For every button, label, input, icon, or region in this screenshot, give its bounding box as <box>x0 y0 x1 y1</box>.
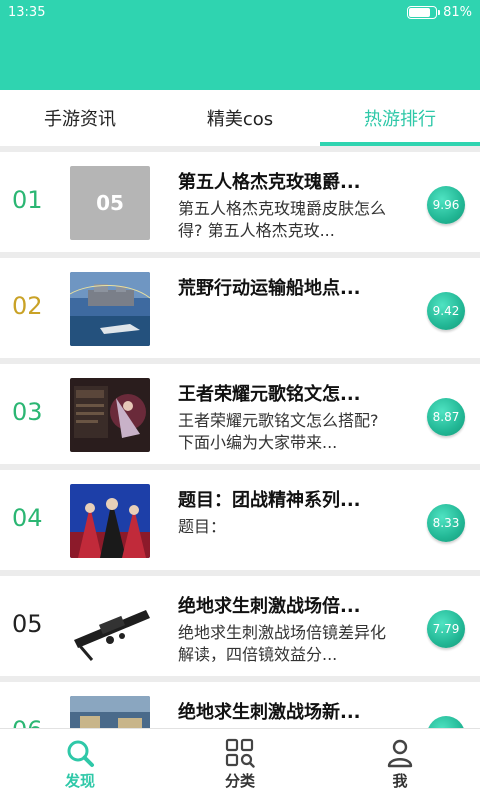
item-title: 王者荣耀元歌铭文怎... <box>178 384 361 405</box>
battery-percent: 81% <box>443 5 472 20</box>
score-badge: 9.42 <box>427 292 465 330</box>
list-item[interactable]: 05 绝地求生刺激战场倍... 绝地求生刺激战场倍镜差异化解读，四倍镜效益分..… <box>0 576 480 676</box>
item-desc: 王者荣耀元歌铭文怎么搭配? 下面小编为大家带来... <box>178 411 379 452</box>
rune-screen-image <box>70 378 150 452</box>
thumbnail <box>70 696 150 728</box>
nav-category[interactable]: 分类 <box>160 729 320 800</box>
item-desc: 绝地求生刺激战场倍镜差异化解读，四倍镜效益分... <box>178 623 387 664</box>
nav-discover[interactable]: 发现 <box>0 729 160 800</box>
thumbnail <box>70 484 150 558</box>
thumbnail: 05 <box>70 166 150 240</box>
battery-icon <box>407 6 441 19</box>
rank-number: 06 <box>12 716 43 728</box>
nav-me[interactable]: 我 <box>320 729 480 800</box>
item-desc: 题目： <box>178 517 227 536</box>
status-bar: 13:35 81% <box>0 0 480 26</box>
thumbnail <box>70 378 150 452</box>
header-band <box>0 26 480 90</box>
rank-number: 04 <box>12 504 43 532</box>
score-badge: 7.79 <box>427 610 465 648</box>
search-icon <box>67 740 94 767</box>
thumbnail-label: 05 <box>70 166 150 240</box>
item-title: 第五人格杰克玫瑰爵... <box>178 172 361 193</box>
thumbnail <box>70 272 150 346</box>
bottom-nav: 发现 分类 我 <box>0 728 480 800</box>
rank-number: 02 <box>12 292 43 320</box>
tab-label: 精美cos <box>206 109 274 130</box>
item-title: 荒野行动运输船地点... <box>178 278 361 299</box>
nav-label: 分类 <box>224 772 255 790</box>
score-badge: 8.33 <box>427 504 465 542</box>
item-desc: 第五人格杰克玫瑰爵皮肤怎么得? 第五人格杰克玫... <box>178 199 387 240</box>
item-title: 绝地求生刺激战场新... <box>178 702 361 723</box>
rank-number: 01 <box>12 186 43 214</box>
status-right: 81% <box>407 5 472 20</box>
ship-image <box>70 272 150 346</box>
list-item[interactable]: 04 题目：团战精神系列... 题目： 8.33 <box>0 470 480 570</box>
list-item[interactable]: 01 05 第五人格杰克玫瑰爵... 第五人格杰克玫瑰爵皮肤怎么得? 第五人格杰… <box>0 152 480 252</box>
list-item[interactable]: 02 荒野行动运输船地点... 9.42 <box>0 258 480 358</box>
scope-image <box>70 590 150 664</box>
tab-bar: 手游资讯 精美cos 热游排行 <box>0 90 480 146</box>
score-badge: 8.87 <box>427 398 465 436</box>
status-time: 13:35 <box>8 5 46 20</box>
tab-ranking[interactable]: 热游排行 <box>320 90 480 146</box>
team-poster-image <box>70 484 150 558</box>
map-image <box>70 696 150 728</box>
category-icon <box>225 738 255 768</box>
list-item[interactable]: 06 绝地求生刺激战场新... <box>0 682 480 728</box>
user-icon <box>387 739 413 768</box>
nav-label: 我 <box>392 772 408 790</box>
nav-label: 发现 <box>64 772 95 790</box>
score-badge <box>427 716 465 728</box>
list-item[interactable]: 03 王者荣耀元歌铭文怎... 王者荣耀元歌铭文怎么搭配? 下面小编为大家带来.… <box>0 364 480 464</box>
tab-news[interactable]: 手游资讯 <box>0 90 160 146</box>
tab-cosplay[interactable]: 精美cos <box>160 90 320 146</box>
tab-label: 热游排行 <box>364 109 436 130</box>
tab-label: 手游资讯 <box>44 109 116 130</box>
item-title: 绝地求生刺激战场倍... <box>178 596 361 617</box>
thumbnail <box>70 590 150 664</box>
rank-number: 03 <box>12 398 43 426</box>
ranking-list: 01 05 第五人格杰克玫瑰爵... 第五人格杰克玫瑰爵皮肤怎么得? 第五人格杰… <box>0 152 480 728</box>
rank-number: 05 <box>12 610 43 638</box>
item-title: 题目：团战精神系列... <box>178 490 361 511</box>
score-badge: 9.96 <box>427 186 465 224</box>
